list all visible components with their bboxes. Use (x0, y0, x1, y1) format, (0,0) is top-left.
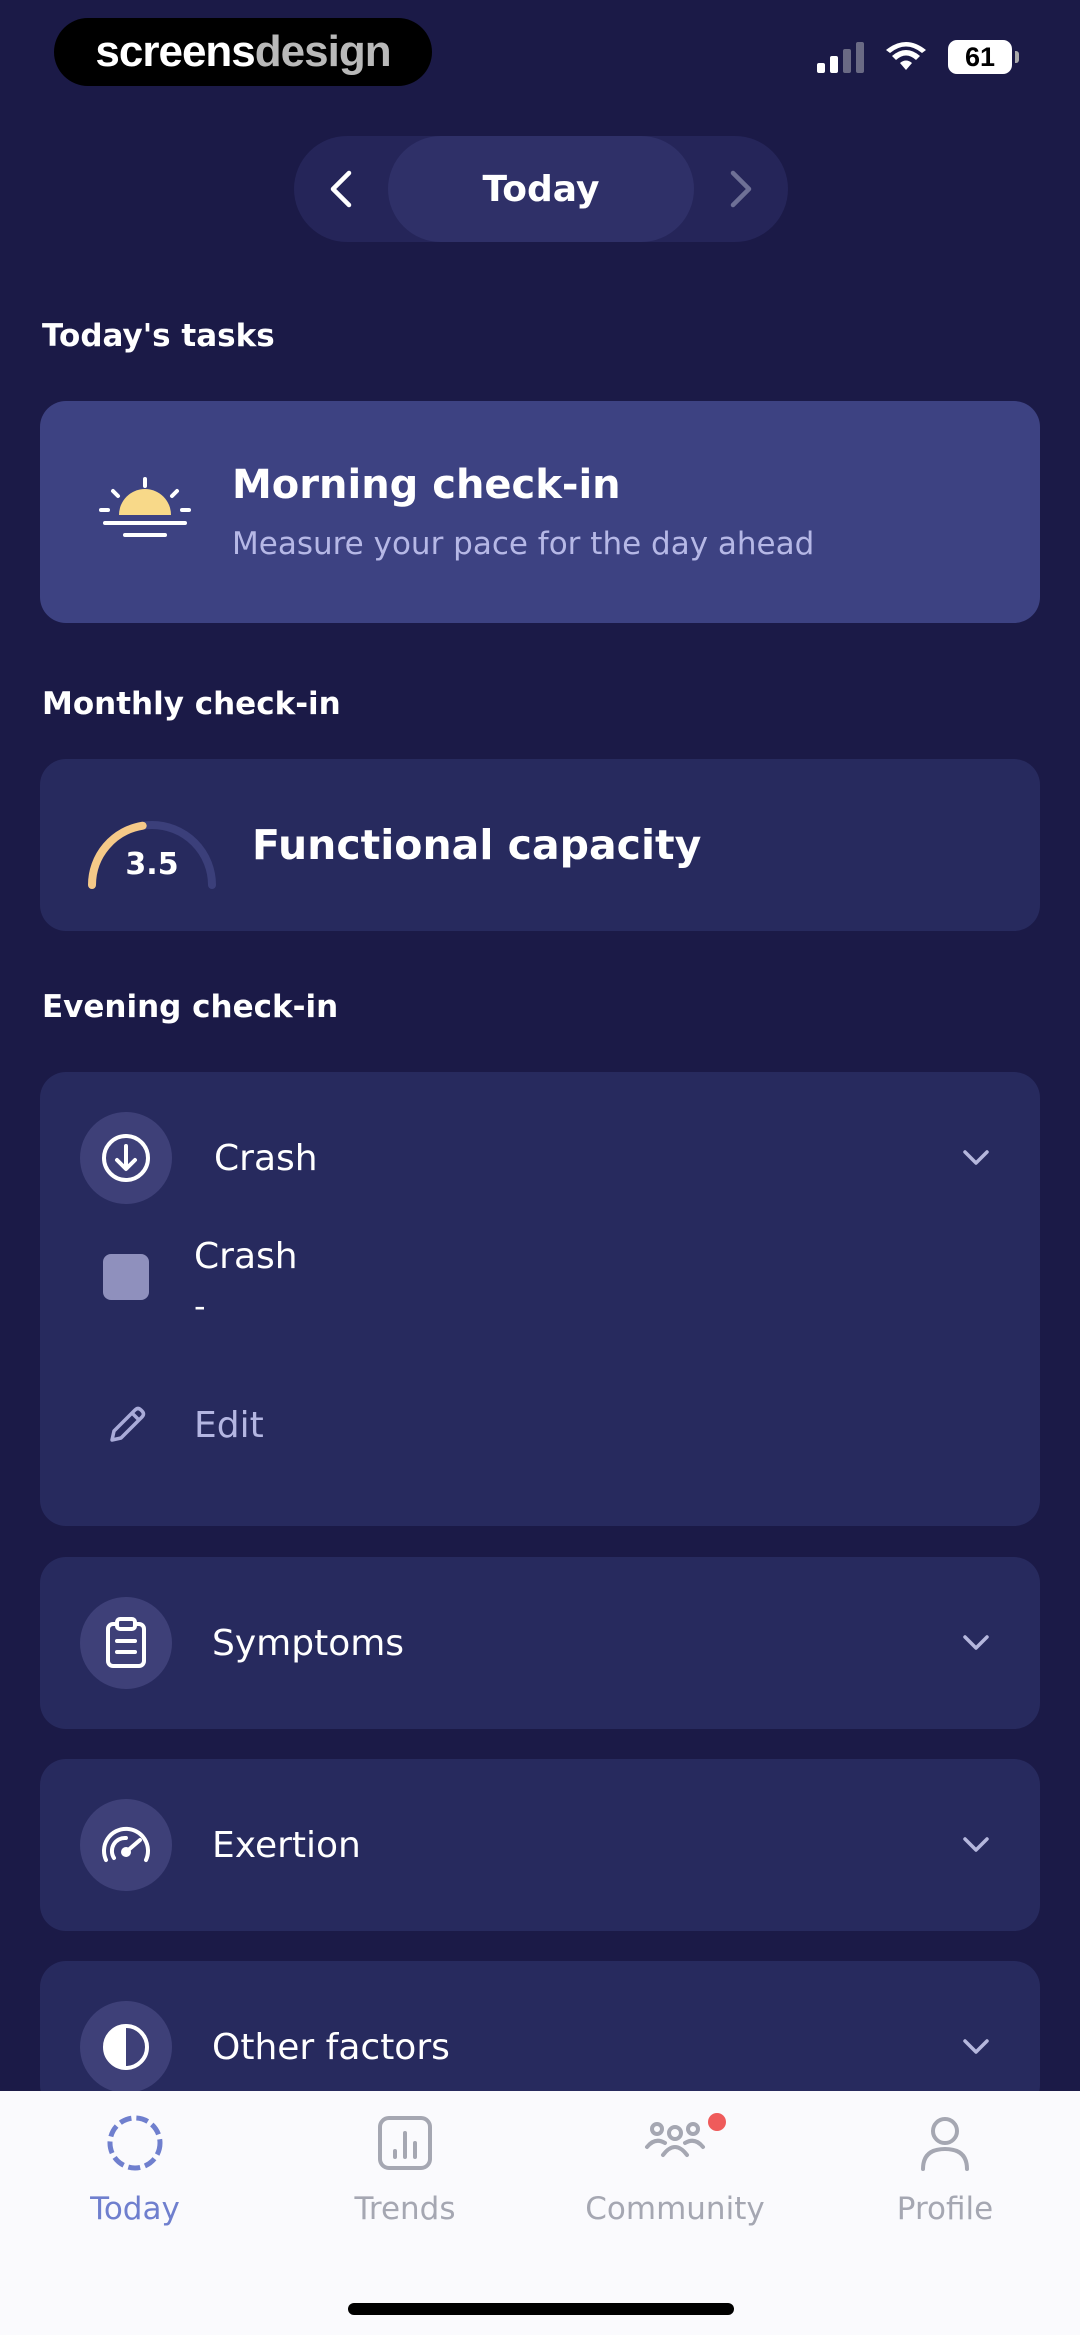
symptoms-header: Symptoms (40, 1597, 1040, 1689)
crash-card: Crash Crash - Edit (40, 1072, 1040, 1526)
chevron-down-icon[interactable] (962, 1634, 990, 1652)
symptoms-icon-wrapper (80, 1597, 172, 1689)
todays-tasks-heading: Today's tasks (42, 318, 275, 354)
edit-label: Edit (194, 1404, 264, 1446)
wifi-icon (886, 42, 926, 70)
bottom-tab-bar: Today Trends Community Profile (0, 2091, 1080, 2335)
crash-icon-wrapper (80, 1112, 172, 1204)
symptoms-label: Symptoms (212, 1622, 405, 1664)
symptoms-card[interactable]: Symptoms (40, 1557, 1040, 1729)
community-notification-badge (708, 2113, 726, 2131)
profile-icon (921, 2117, 969, 2171)
speedometer-icon (102, 1826, 150, 1862)
clipboard-icon (106, 1617, 146, 1668)
battery-icon: 61 (948, 40, 1019, 74)
crash-checkbox[interactable] (103, 1254, 149, 1300)
sunrise-icon (99, 477, 191, 537)
other-factors-icon-wrapper (80, 2001, 172, 2093)
chevron-down-icon[interactable] (962, 2038, 990, 2056)
tab-trends[interactable]: Trends (270, 2111, 540, 2227)
tab-community[interactable]: Community (540, 2111, 810, 2227)
chevron-down-icon[interactable] (962, 1836, 990, 1854)
chevron-down-icon[interactable] (962, 1149, 990, 1167)
cellular-signal-icon (817, 41, 864, 73)
tab-profile-label: Profile (896, 2191, 994, 2227)
exertion-card[interactable]: Exertion (40, 1759, 1040, 1931)
functional-capacity-title: Functional capacity (252, 821, 702, 869)
crash-label: Crash (214, 1137, 318, 1179)
capacity-gauge: 3.5 (82, 795, 222, 895)
status-icons: 61 (817, 40, 1019, 74)
home-indicator (348, 2303, 734, 2315)
pencil-icon (110, 1406, 146, 1442)
capacity-score: 3.5 (125, 847, 179, 882)
tab-trends-label: Trends (354, 2191, 456, 2227)
today-icon (107, 2115, 163, 2171)
screensdesign-watermark: screens design (54, 18, 432, 86)
crash-item[interactable]: Crash - (40, 1236, 1040, 1325)
exertion-label: Exertion (212, 1824, 361, 1866)
date-navigator: Today (294, 136, 788, 242)
watermark-part2: design (254, 27, 392, 76)
other-factors-card[interactable]: Other factors (40, 1961, 1040, 2111)
morning-check-in-card[interactable]: Morning check-in Measure your pace for t… (40, 401, 1040, 623)
arrow-down-circle-icon (102, 1134, 150, 1182)
other-factors-header: Other factors (40, 2001, 1040, 2093)
half-circle-icon (103, 2024, 149, 2070)
morning-check-in-subtitle: Measure your pace for the day ahead (232, 526, 815, 562)
monthly-check-in-heading: Monthly check-in (42, 686, 341, 722)
exertion-icon-wrapper (80, 1799, 172, 1891)
current-date-label[interactable]: Today (388, 136, 694, 242)
tab-profile[interactable]: Profile (810, 2111, 1080, 2227)
morning-check-in-text: Morning check-in Measure your pace for t… (232, 462, 814, 562)
functional-capacity-card[interactable]: 3.5 Functional capacity (40, 759, 1040, 931)
tab-community-label: Community (585, 2191, 765, 2227)
evening-check-in-heading: Evening check-in (42, 989, 339, 1025)
crash-item-label: Crash (194, 1236, 298, 1277)
crash-header[interactable]: Crash (40, 1112, 1040, 1204)
crash-edit-button[interactable]: Edit (40, 1402, 1040, 1448)
next-day-button[interactable] (694, 136, 788, 242)
crash-item-value: - (194, 1287, 206, 1325)
tab-today-label: Today (90, 2191, 180, 2227)
other-factors-label: Other factors (212, 2026, 450, 2068)
trends-icon (378, 2116, 432, 2170)
tab-today[interactable]: Today (0, 2111, 270, 2227)
community-icon (645, 2122, 705, 2157)
previous-day-button[interactable] (294, 136, 388, 242)
chevron-right-icon (730, 170, 752, 208)
chevron-left-icon (330, 170, 352, 208)
exertion-header: Exertion (40, 1799, 1040, 1891)
morning-check-in-title: Morning check-in (232, 462, 621, 508)
watermark-part1: screens (95, 27, 255, 76)
